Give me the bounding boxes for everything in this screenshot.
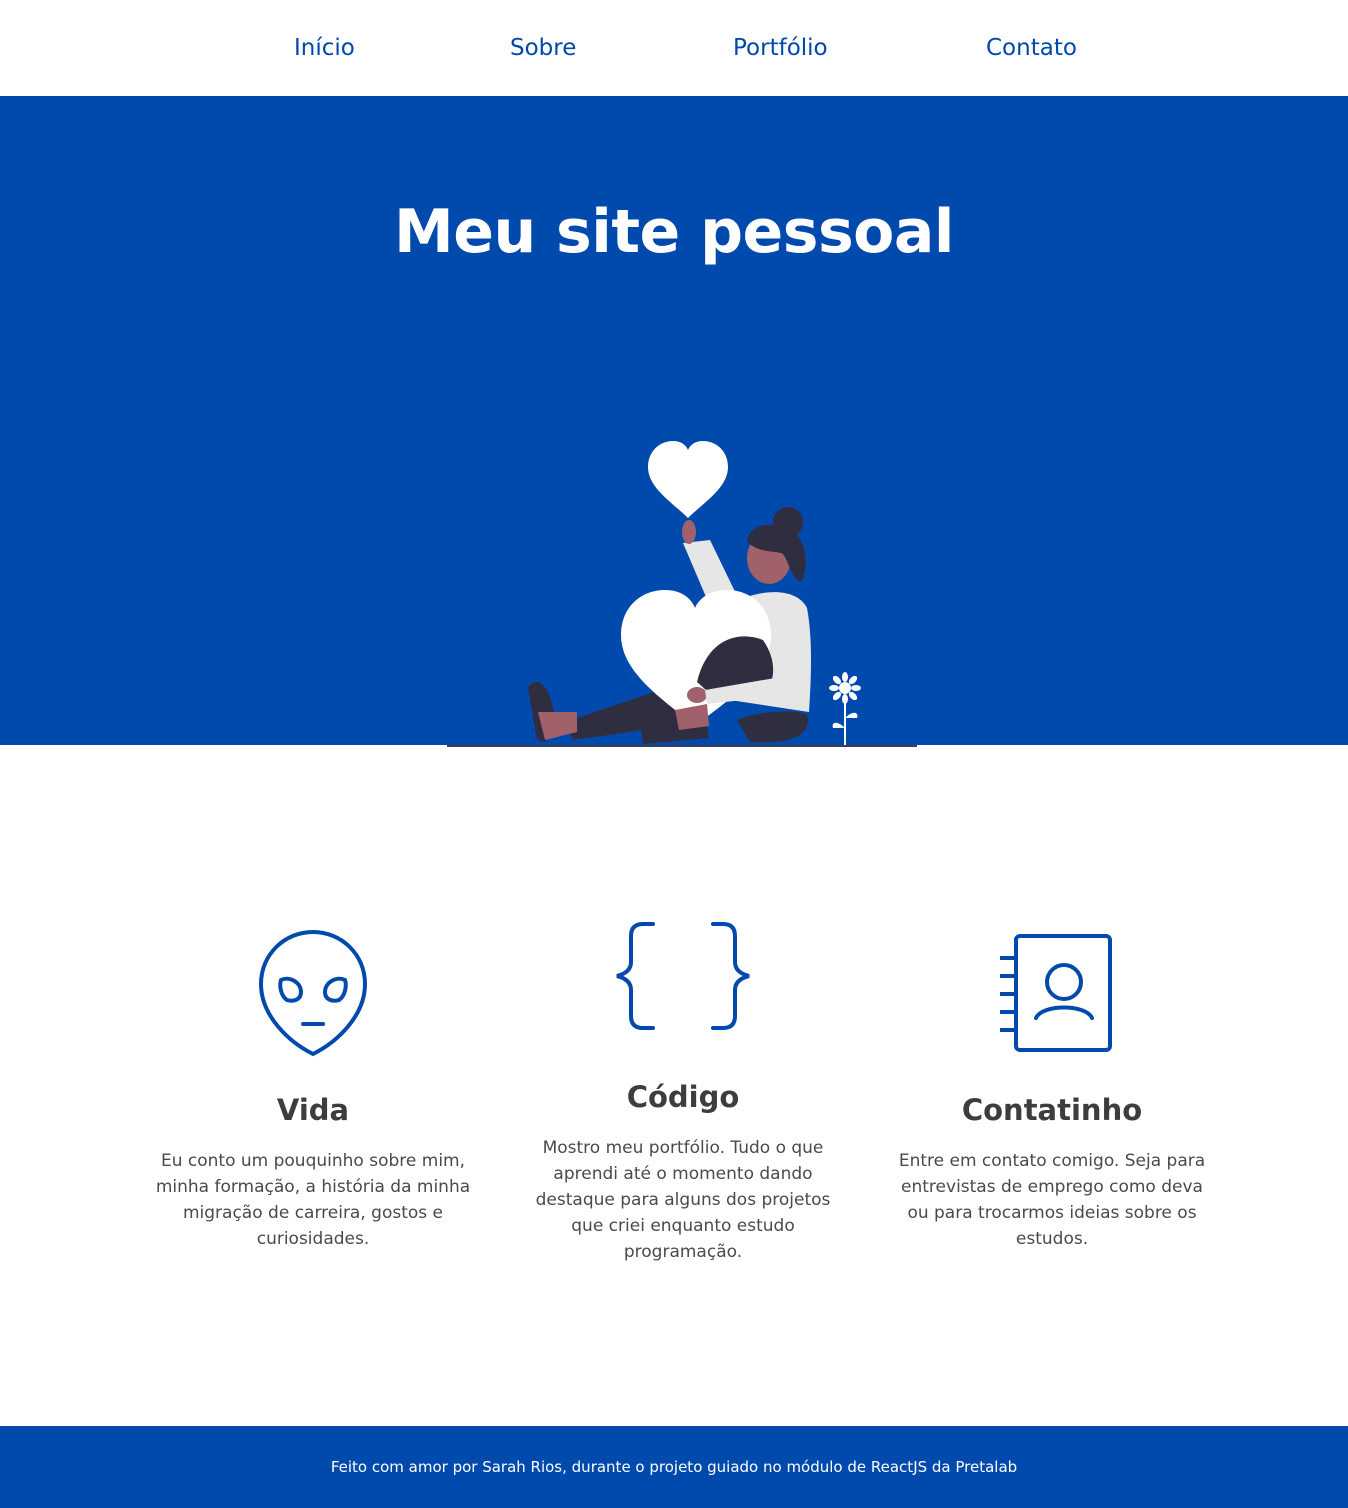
- feature-description: Entre em contato comigo. Seja para entre…: [898, 1151, 1206, 1249]
- nav-link-contato[interactable]: Contato: [986, 32, 1077, 64]
- feature-codigo: Código Mostro meu portfólio. Tudo o que …: [523, 920, 843, 1262]
- nav-link-sobre[interactable]: Sobre: [510, 32, 576, 64]
- top-navigation: Início Sobre Portfólio Contato: [0, 0, 1348, 96]
- alien-icon: [258, 929, 368, 1057]
- feature-title: Código: [626, 1080, 740, 1114]
- feature-vida: Vida Eu conto um pouquinho sobre mim, mi…: [153, 920, 473, 1249]
- woman-hugging-heart-illustration: [447, 441, 917, 747]
- nav-link-inicio[interactable]: Início: [294, 32, 355, 64]
- feature-title: Vida: [276, 1093, 350, 1127]
- feature-contatinho: Contatinho Entre em contato comigo. Seja…: [892, 920, 1212, 1249]
- footer-credit: Feito com amor por Sarah Rios, durante o…: [330, 1458, 1018, 1476]
- feature-description: Eu conto um pouquinho sobre mim, minha f…: [155, 1151, 471, 1249]
- feature-description: Mostro meu portfólio. Tudo o que aprendi…: [535, 1138, 831, 1262]
- address-book-icon: [1000, 934, 1112, 1052]
- feature-title: Contatinho: [961, 1093, 1143, 1127]
- curly-braces-icon: [616, 922, 750, 1030]
- hero-section: Meu site pessoal: [0, 96, 1348, 747]
- footer: Feito com amor por Sarah Rios, durante o…: [0, 1426, 1348, 1508]
- hero-title: Meu site pessoal: [394, 197, 954, 267]
- nav-link-portfolio[interactable]: Portfólio: [733, 32, 828, 64]
